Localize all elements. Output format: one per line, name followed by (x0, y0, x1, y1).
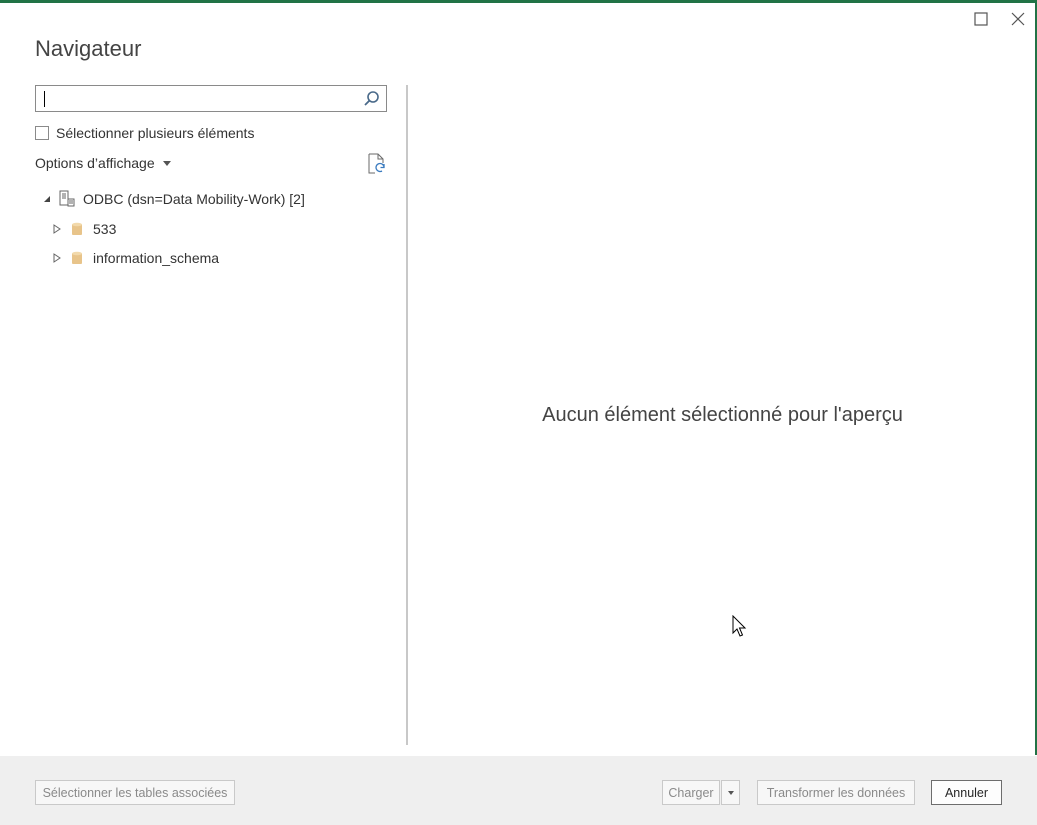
text-caret (44, 91, 45, 107)
refresh-icon[interactable] (367, 153, 387, 175)
tree-root-odbc[interactable]: ODBC (dsn=Data Mobility-Work) [2] (41, 186, 305, 212)
mouse-pointer-icon (732, 615, 747, 637)
load-button[interactable]: Charger (662, 780, 720, 805)
display-options-label: Options d’affichage (35, 155, 155, 171)
select-related-tables-button[interactable]: Sélectionner les tables associées (35, 780, 235, 805)
close-button[interactable] (1007, 8, 1029, 30)
multi-select-option[interactable]: Sélectionner plusieurs éléments (35, 125, 254, 141)
display-options-dropdown[interactable]: Options d’affichage (35, 155, 171, 171)
window-top-border (0, 0, 1037, 3)
tree-root-label: ODBC (dsn=Data Mobility-Work) [2] (83, 191, 305, 207)
collapse-triangle-icon[interactable] (41, 193, 53, 205)
multi-select-label: Sélectionner plusieurs éléments (56, 125, 255, 141)
load-options-button[interactable] (721, 780, 740, 805)
preview-empty-message: Aucun élément sélectionné pour l'aperçu (542, 404, 903, 426)
tree-item-533[interactable]: 533 (51, 216, 116, 242)
cancel-button[interactable]: Annuler (931, 780, 1002, 805)
tree-item-label: 533 (93, 221, 117, 237)
chevron-down-icon (727, 790, 734, 795)
transform-data-button[interactable]: Transformer les données (757, 780, 915, 805)
close-icon (1011, 12, 1025, 26)
tree-item-label: information_schema (93, 250, 220, 266)
search-box[interactable] (35, 85, 387, 112)
expand-triangle-icon[interactable] (51, 252, 63, 264)
tree-item-information-schema[interactable]: information_schema (51, 245, 219, 271)
maximize-icon (974, 12, 988, 26)
database-icon (69, 220, 85, 238)
maximize-button[interactable] (970, 8, 992, 30)
search-icon[interactable] (363, 90, 380, 107)
search-input[interactable] (42, 89, 352, 108)
dialog-footer: Sélectionner les tables associées Charge… (0, 756, 1037, 825)
dialog-title: Navigateur (35, 36, 142, 61)
database-icon (69, 249, 85, 267)
expand-triangle-icon[interactable] (51, 223, 63, 235)
odbc-server-icon (59, 190, 75, 208)
chevron-down-icon (162, 160, 171, 166)
multi-select-checkbox[interactable] (35, 126, 49, 140)
